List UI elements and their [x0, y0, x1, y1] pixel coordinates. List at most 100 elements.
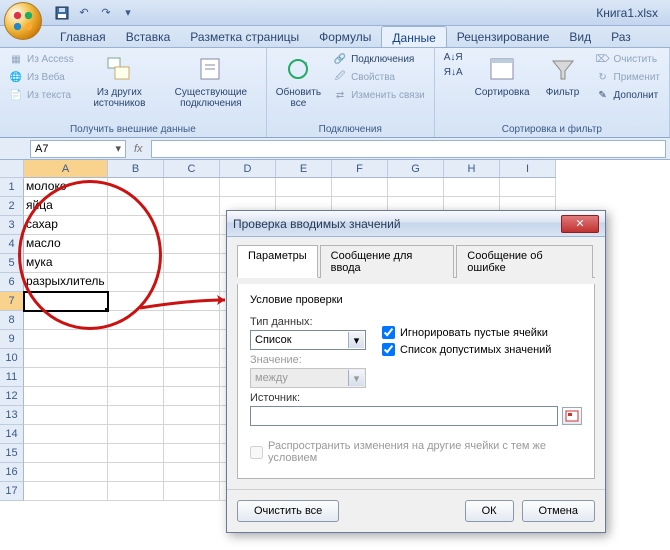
cell[interactable] — [500, 178, 556, 197]
row-header[interactable]: 13 — [0, 406, 24, 425]
from-other-sources-button[interactable]: Из других источников — [83, 51, 156, 111]
cell[interactable] — [108, 216, 164, 235]
cell[interactable] — [24, 292, 108, 311]
cell[interactable] — [24, 444, 108, 463]
row-header[interactable]: 2 — [0, 197, 24, 216]
filter-button[interactable]: Фильтр — [539, 51, 587, 100]
cell[interactable]: яйца — [24, 197, 108, 216]
cell[interactable] — [108, 406, 164, 425]
ribbon-tab-5[interactable]: Рецензирование — [447, 26, 560, 47]
ribbon-tab-2[interactable]: Разметка страницы — [180, 26, 309, 47]
cell[interactable] — [108, 463, 164, 482]
from-access-button[interactable]: ▦Из Access — [6, 51, 77, 67]
cell[interactable] — [164, 444, 220, 463]
row-header[interactable]: 10 — [0, 349, 24, 368]
undo-icon[interactable]: ↶ — [76, 5, 92, 21]
ribbon-tab-1[interactable]: Вставка — [116, 26, 181, 47]
ribbon-tab-6[interactable]: Вид — [559, 26, 601, 47]
cell[interactable] — [108, 178, 164, 197]
office-button[interactable] — [4, 2, 42, 40]
source-input[interactable] — [250, 406, 558, 426]
existing-connections-button[interactable]: Существующие подключения — [162, 51, 260, 111]
cell[interactable] — [108, 387, 164, 406]
cell[interactable] — [164, 463, 220, 482]
row-header[interactable]: 7 — [0, 292, 24, 311]
sort-button[interactable]: Сортировка — [472, 51, 533, 100]
cell[interactable] — [164, 482, 220, 501]
column-header[interactable]: I — [500, 160, 556, 178]
column-header[interactable]: H — [444, 160, 500, 178]
cell[interactable] — [164, 235, 220, 254]
connections-button[interactable]: 🔗Подключения — [330, 51, 428, 67]
column-header[interactable]: D — [220, 160, 276, 178]
cell[interactable] — [108, 330, 164, 349]
cell[interactable] — [24, 368, 108, 387]
redo-icon[interactable]: ↷ — [98, 5, 114, 21]
row-header[interactable]: 16 — [0, 463, 24, 482]
sort-desc-button[interactable]: Я↓А — [441, 66, 466, 79]
formula-input[interactable] — [151, 140, 666, 158]
cell[interactable] — [164, 292, 220, 311]
cell[interactable]: разрыхлитель — [24, 273, 108, 292]
row-header[interactable]: 15 — [0, 444, 24, 463]
ok-button[interactable]: ОК — [465, 500, 514, 522]
fx-icon[interactable]: fx — [134, 143, 143, 155]
row-header[interactable]: 5 — [0, 254, 24, 273]
cell[interactable] — [164, 425, 220, 444]
cell[interactable] — [164, 368, 220, 387]
cell[interactable] — [164, 349, 220, 368]
reapply-button[interactable]: ↻Применит — [593, 69, 663, 85]
ribbon-tab-7[interactable]: Раз — [601, 26, 641, 47]
cell[interactable] — [164, 178, 220, 197]
cell[interactable] — [24, 311, 108, 330]
cell[interactable] — [164, 387, 220, 406]
row-header[interactable]: 11 — [0, 368, 24, 387]
cell[interactable] — [108, 254, 164, 273]
column-header[interactable]: F — [332, 160, 388, 178]
row-header[interactable]: 4 — [0, 235, 24, 254]
row-header[interactable]: 3 — [0, 216, 24, 235]
cell[interactable] — [24, 482, 108, 501]
close-button[interactable]: ✕ — [561, 215, 599, 233]
ignore-blank-checkbox[interactable]: Игнорировать пустые ячейки — [382, 326, 551, 339]
cell[interactable] — [108, 292, 164, 311]
cell[interactable] — [164, 311, 220, 330]
cell[interactable] — [108, 482, 164, 501]
column-header[interactable]: B — [108, 160, 164, 178]
cell[interactable]: молоко — [24, 178, 108, 197]
column-header[interactable]: G — [388, 160, 444, 178]
select-all-corner[interactable] — [0, 160, 24, 178]
cell[interactable] — [108, 444, 164, 463]
cell[interactable] — [332, 178, 388, 197]
chevron-down-icon[interactable]: ▾ — [348, 332, 364, 348]
cell[interactable] — [164, 273, 220, 292]
qat-dropdown-icon[interactable]: ▾ — [120, 5, 136, 21]
ribbon-tab-4[interactable]: Данные — [381, 26, 446, 47]
cell[interactable]: сахар — [24, 216, 108, 235]
range-select-button[interactable] — [562, 407, 582, 425]
refresh-all-button[interactable]: Обновить все — [273, 51, 324, 111]
cell[interactable] — [24, 349, 108, 368]
cell[interactable] — [164, 406, 220, 425]
row-header[interactable]: 1 — [0, 178, 24, 197]
cell[interactable] — [108, 235, 164, 254]
cell[interactable] — [388, 178, 444, 197]
allow-type-combo[interactable]: Список ▾ — [250, 330, 366, 350]
column-header[interactable]: E — [276, 160, 332, 178]
cell[interactable]: масло — [24, 235, 108, 254]
cell[interactable] — [164, 197, 220, 216]
row-header[interactable]: 6 — [0, 273, 24, 292]
row-header[interactable]: 9 — [0, 330, 24, 349]
cell[interactable] — [24, 406, 108, 425]
dialog-title-bar[interactable]: Проверка вводимых значений ✕ — [227, 211, 605, 237]
cell[interactable] — [108, 273, 164, 292]
dialog-tab-1[interactable]: Сообщение для ввода — [320, 245, 455, 278]
cell[interactable] — [220, 178, 276, 197]
column-header[interactable]: A — [24, 160, 108, 178]
advanced-filter-button[interactable]: ✎Дополнит — [593, 87, 663, 103]
chevron-down-icon[interactable]: ▾ — [115, 142, 121, 155]
ribbon-tab-3[interactable]: Формулы — [309, 26, 381, 47]
save-icon[interactable] — [54, 5, 70, 21]
cell[interactable] — [24, 330, 108, 349]
cell[interactable] — [444, 178, 500, 197]
